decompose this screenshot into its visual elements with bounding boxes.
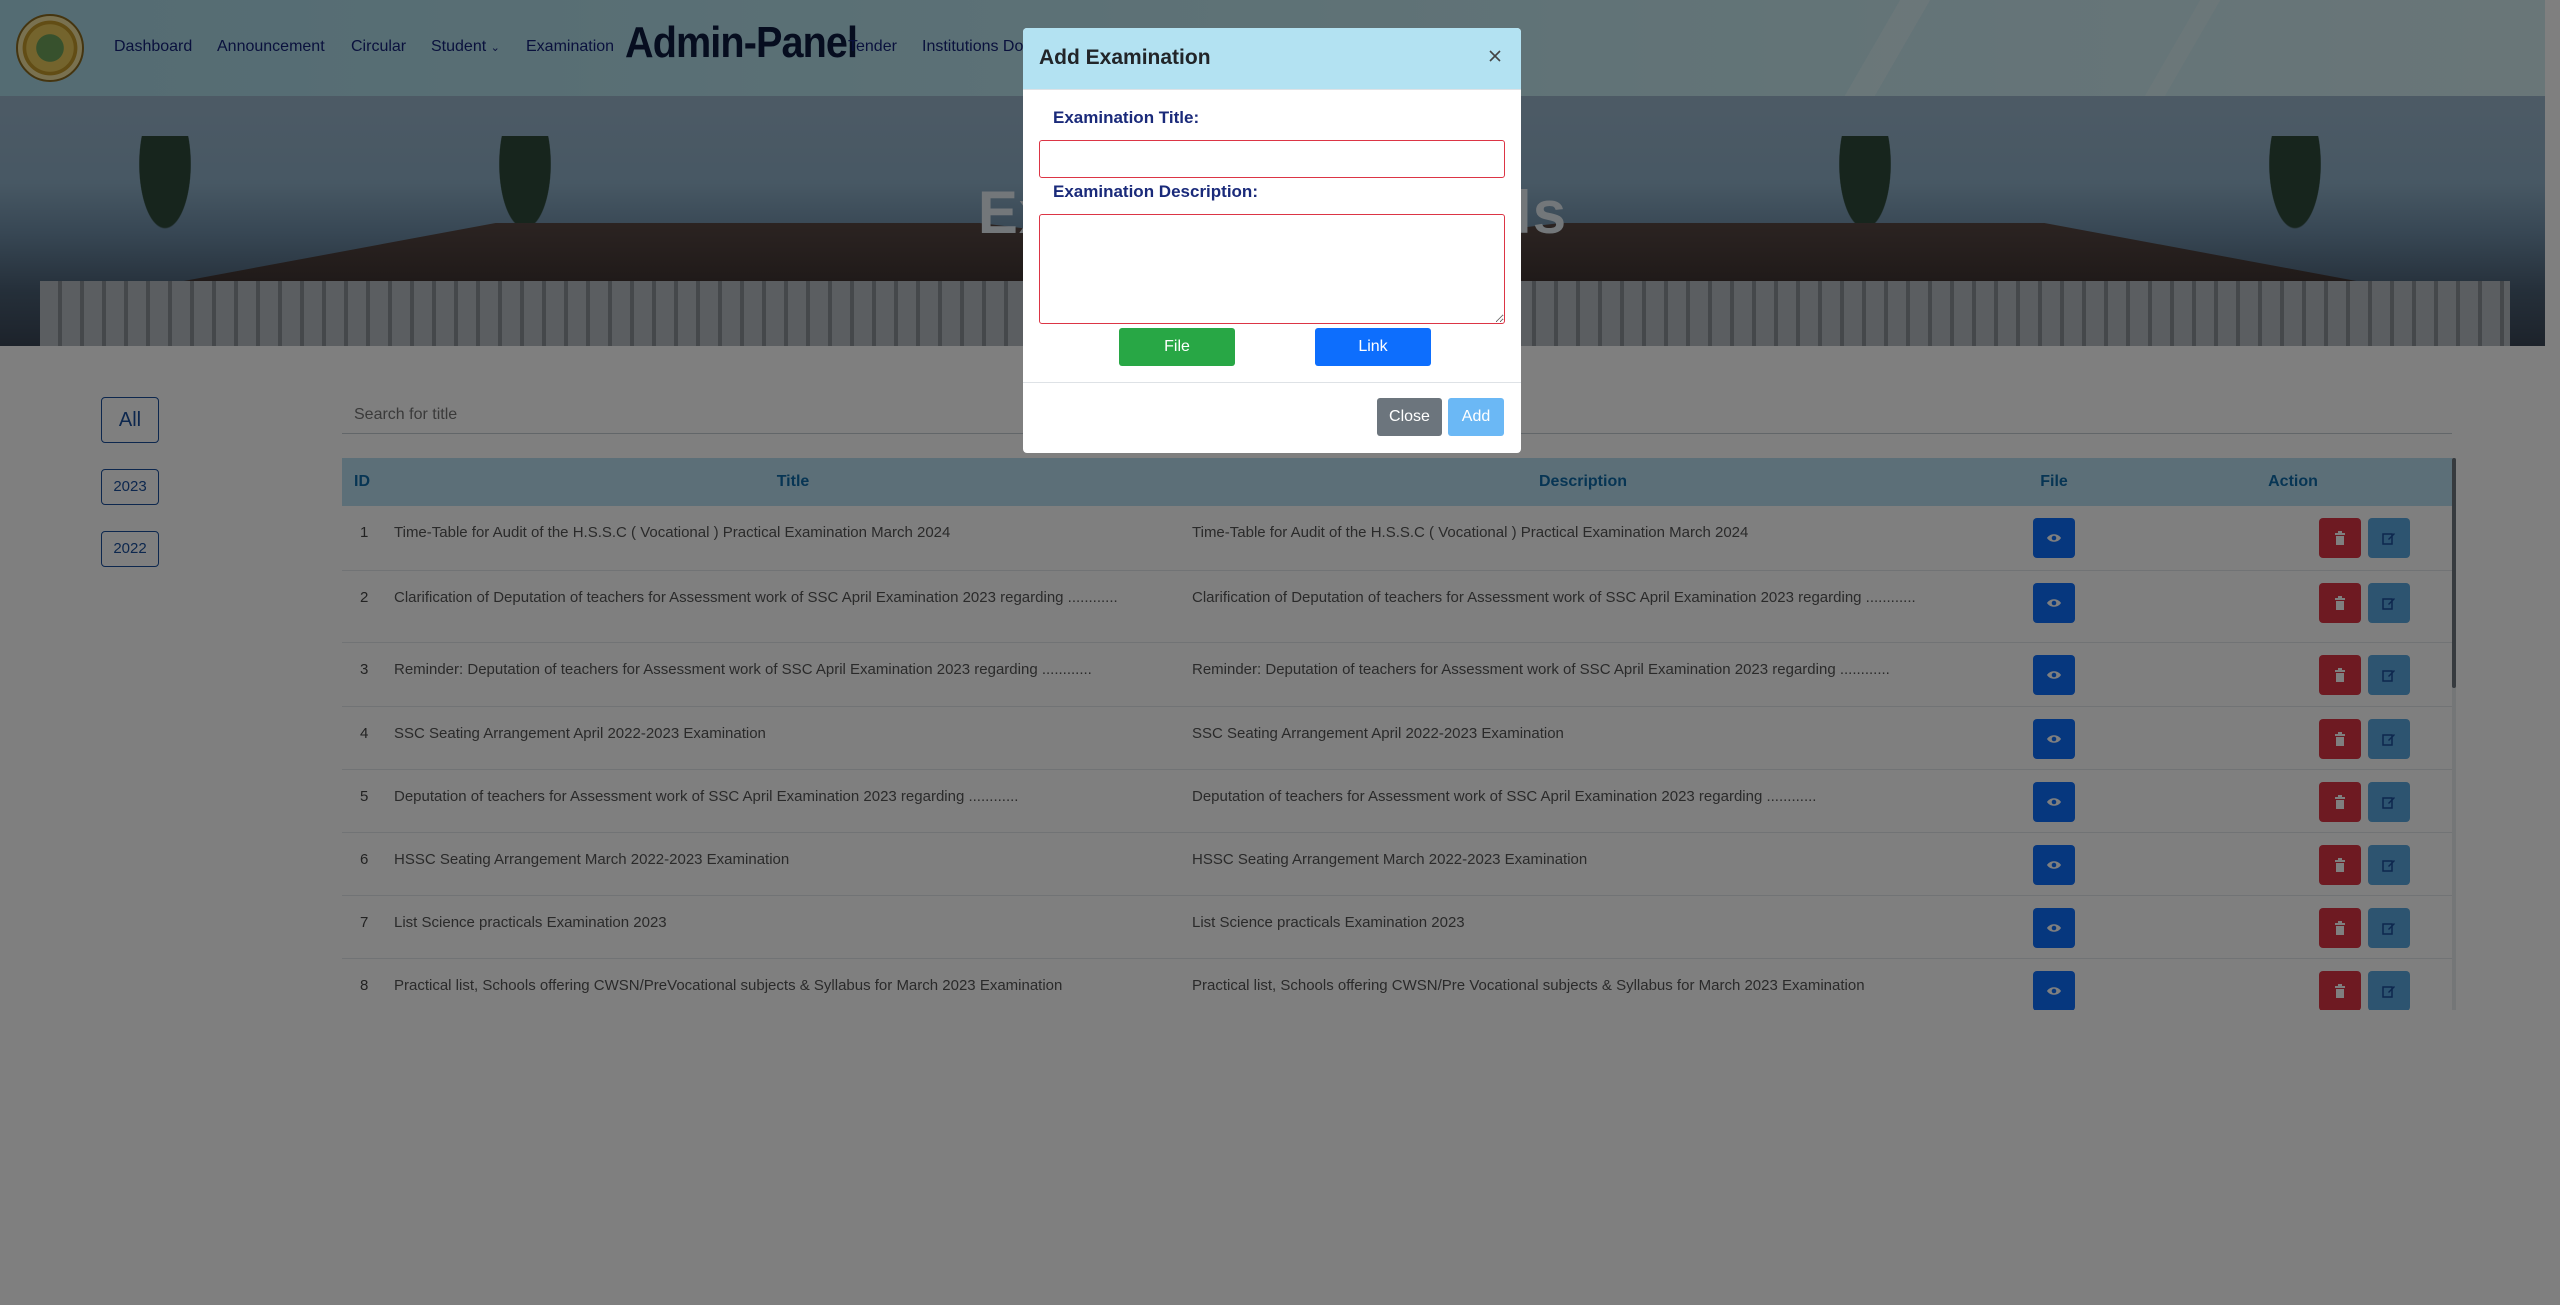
close-button[interactable]: Close — [1377, 398, 1442, 436]
link-button[interactable]: Link — [1315, 328, 1431, 366]
modal-header: Add Examination — [1023, 28, 1521, 90]
modal-title: Add Examination — [1039, 46, 1211, 69]
modal-footer: Close Add — [1023, 382, 1521, 453]
examination-title-label: Examination Title: — [1053, 108, 1200, 127]
examination-description-input[interactable] — [1039, 214, 1505, 324]
add-button[interactable]: Add — [1448, 398, 1504, 436]
file-button[interactable]: File — [1119, 328, 1235, 366]
examination-description-label: Examination Description: — [1053, 182, 1258, 201]
close-icon[interactable] — [1485, 46, 1505, 66]
add-examination-modal: Add Examination Examination Title: Exami… — [1023, 28, 1521, 453]
examination-title-input[interactable] — [1039, 140, 1505, 178]
